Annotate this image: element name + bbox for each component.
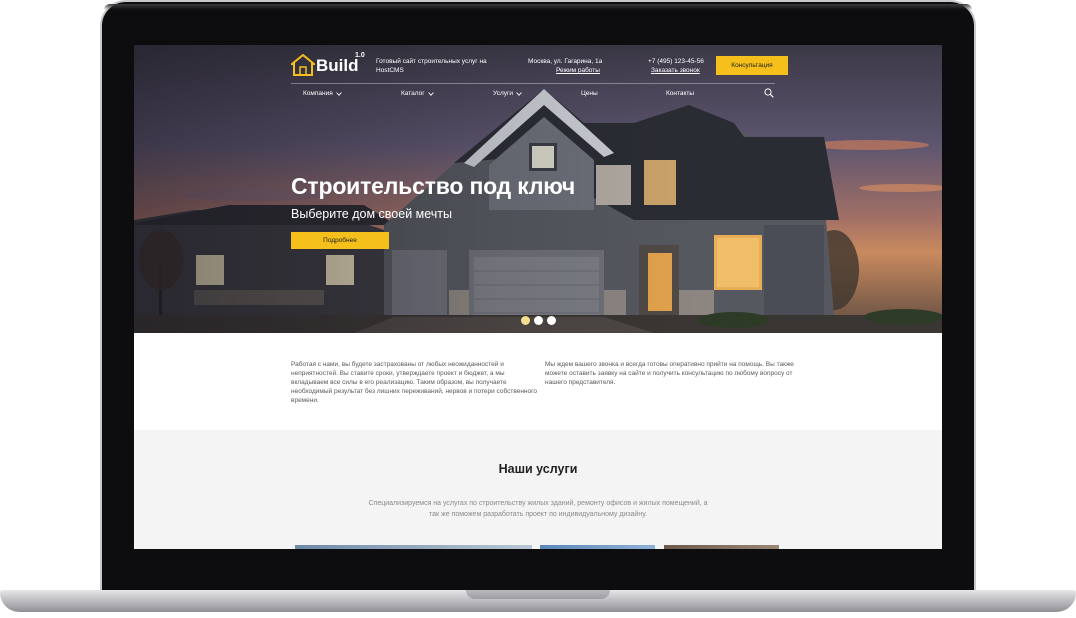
chevron-down-icon [335, 91, 342, 96]
callback-link[interactable]: Заказать звонок [651, 66, 718, 75]
intro-right-text: Мы ждем вашего звонка и всегда готовы оп… [545, 361, 794, 386]
service-card-image[interactable] [540, 545, 655, 549]
address-text: Москва, ул. Гагарина, 1а [528, 58, 603, 65]
nav-item-label: Услуги [493, 90, 513, 97]
hero-subtitle: Выберите дом своей мечты [291, 207, 453, 221]
services-title: Наши услуги [498, 462, 578, 476]
nav-divider [291, 83, 775, 84]
nav-item-label: Компания [303, 90, 333, 97]
intro-left-text: Работая с нами, вы будете застрахованы о… [291, 361, 537, 404]
hero-title: Строительство под ключ [291, 173, 575, 199]
site-tagline: Готовый сайт строительных услуг на HostC… [376, 58, 487, 74]
chevron-down-icon [516, 91, 522, 96]
service-card-image[interactable] [295, 545, 532, 549]
nav-item-label: Контакты [666, 90, 695, 97]
consultation-button[interactable]: Консультация [716, 56, 788, 75]
hero-slider: Build 1.0 Готовый сайт строительных услу… [134, 45, 942, 333]
phone-block: +7 (495) 123-45-56 Заказать звонок [648, 57, 718, 75]
service-card-image[interactable] [664, 545, 779, 549]
slider-dot-1[interactable] [521, 316, 530, 325]
logo-version: 1.0 [355, 52, 365, 59]
nav-item-catalog[interactable]: Каталог [401, 90, 434, 97]
nav-item-services[interactable]: Услуги [493, 90, 522, 97]
slider-dot-2[interactable] [534, 316, 543, 325]
services-description: Специализируемся на услугах по строитель… [368, 500, 708, 518]
laptop-notch [466, 590, 610, 599]
nav-item-contacts[interactable]: Контакты [666, 90, 694, 97]
nav-item-prices[interactable]: Цены [581, 90, 598, 97]
working-hours-link[interactable]: Режим работы [556, 66, 608, 75]
chevron-down-icon [427, 91, 434, 96]
logo-text: Build [316, 56, 359, 75]
website-screen: Build 1.0 Готовый сайт строительных услу… [134, 45, 942, 549]
house-outline-icon [291, 54, 315, 76]
search-icon[interactable] [764, 88, 774, 98]
nav-item-company[interactable]: Компания [303, 90, 342, 97]
site-logo[interactable]: Build 1.0 [291, 52, 365, 76]
nav-item-label: Каталог [401, 90, 425, 97]
nav-item-label: Цены [581, 90, 598, 97]
intro-section: Работая с нами, вы будете застрахованы о… [134, 333, 942, 430]
slider-dot-3[interactable] [547, 316, 556, 325]
services-section: Наши услуги Специализируемся на услугах … [134, 430, 942, 549]
phone-number[interactable]: +7 (495) 123-45-56 [648, 57, 718, 66]
laptop-bezel [104, 4, 972, 10]
address-block: Москва, ул. Гагарина, 1а Режим работы [528, 57, 608, 75]
more-button[interactable]: Подробнее [291, 232, 389, 249]
